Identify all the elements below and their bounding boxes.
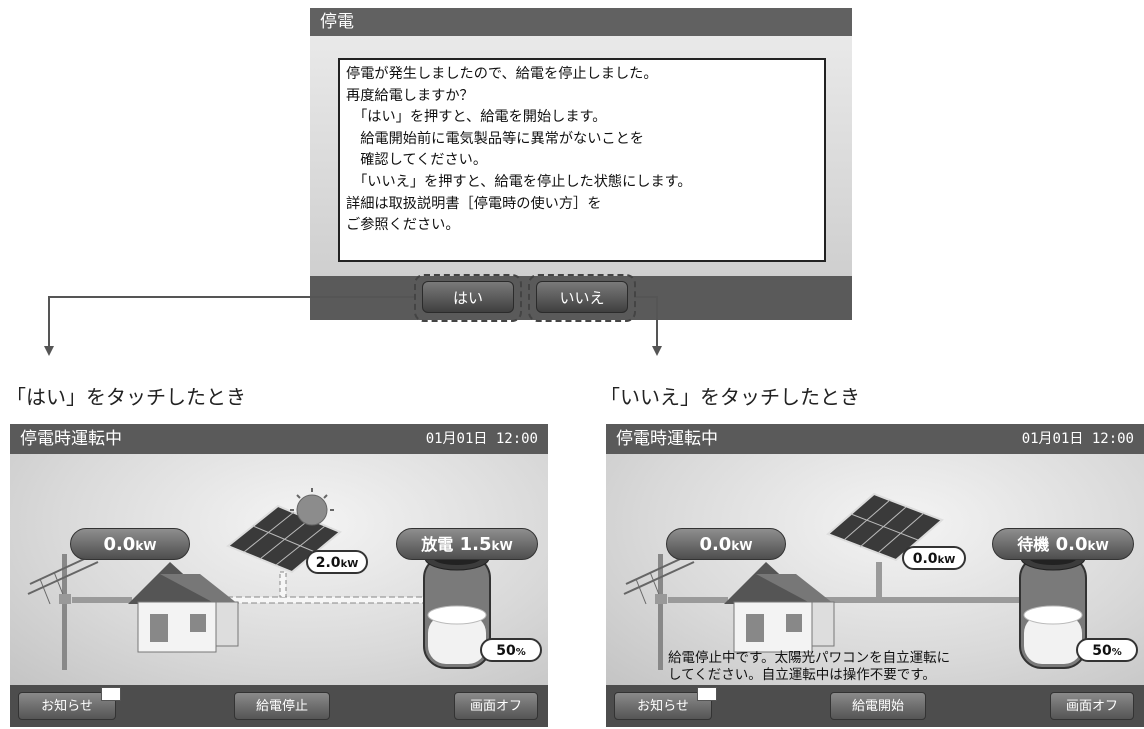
- screen-after-yes: 停電時運転中 01月01日 12:00 0.0kW 2.0kW 放電 1.5kW…: [10, 424, 548, 727]
- notice-button[interactable]: お知らせ: [18, 687, 121, 720]
- house-icon: [128, 562, 239, 653]
- start-power-supply-button[interactable]: 給電開始: [830, 692, 926, 720]
- energy-flow-diagram: [27, 488, 491, 670]
- grid-power-unit: kW: [731, 539, 753, 553]
- battery-status: 待機: [1017, 535, 1050, 554]
- house-icon: [724, 562, 835, 653]
- screen-off-button[interactable]: 画面オフ: [454, 692, 538, 720]
- dialog-body: 停電が発生しましたので、給電を停止しました。 再度給電しますか？ 「はい」を押す…: [310, 36, 852, 276]
- battery-percent-value: 50: [1092, 643, 1112, 659]
- battery-power-unit: kW: [1087, 539, 1109, 553]
- mail-icon: [697, 687, 717, 701]
- battery-power-bubble: 待機 0.0kW: [992, 528, 1134, 560]
- battery-fill-top: [427, 605, 487, 625]
- screen-title: 停電時運転中: [616, 429, 718, 449]
- energy-flow-panel: 0.0kW 0.0kW 待機 0.0kW 50% 給電停止中です。太陽光パワコン…: [606, 454, 1144, 685]
- solar-power-value: 2.0: [315, 555, 341, 571]
- battery-status: 放電: [421, 535, 454, 554]
- grid-power-value: 0.0: [699, 534, 732, 555]
- connector-line-yes-vertical: [48, 296, 50, 348]
- screen-footer: お知らせ 給電停止 画面オフ: [10, 685, 548, 727]
- flow-line-solar: [279, 571, 287, 598]
- screen-off-button[interactable]: 画面オフ: [1050, 692, 1134, 720]
- screen-header: 停電時運転中 01月01日 12:00: [10, 424, 548, 454]
- notice-label: お知らせ: [41, 699, 93, 714]
- screen-datetime: 01月01日 12:00: [425, 431, 538, 447]
- solar-power-pill: 0.0kW: [902, 546, 966, 570]
- flow-line-grid: [668, 597, 728, 603]
- grid-power-bubble: 0.0kW: [70, 528, 190, 560]
- dialog-title: 停電: [310, 8, 852, 36]
- battery-percent-pill: 50%: [480, 638, 542, 662]
- connector-line-no-vertical: [656, 296, 658, 348]
- status-message: 給電停止中です。太陽光パワコンを自立運転に してください。自立運転中は操作不要で…: [668, 650, 951, 683]
- solar-power-unit: kW: [340, 559, 359, 570]
- grid-power-value: 0.0: [103, 534, 136, 555]
- battery-power-unit: kW: [491, 539, 513, 553]
- flow-line-solar: [876, 562, 882, 597]
- arrow-down-icon: [652, 346, 662, 356]
- flow-line-grid: [72, 597, 132, 603]
- battery-level-indicator: [1023, 605, 1083, 664]
- grid-power-unit: kW: [135, 539, 157, 553]
- notice-label: お知らせ: [637, 699, 689, 714]
- dialog-message: 停電が発生しましたので、給電を停止しました。 再度給電しますか？ 「はい」を押す…: [338, 58, 826, 262]
- no-button[interactable]: いいえ: [536, 281, 628, 313]
- screen-datetime: 01月01日 12:00: [1021, 431, 1134, 447]
- battery-percent-unit: %: [1111, 647, 1122, 658]
- solar-power-pill: 2.0kW: [306, 550, 368, 574]
- utility-pole-icon: [27, 553, 99, 670]
- flow-line-battery: [814, 597, 1024, 603]
- solar-power-value: 0.0: [912, 551, 938, 567]
- notice-button[interactable]: お知らせ: [614, 687, 717, 720]
- mail-icon: [101, 687, 121, 701]
- flow-line-battery: [217, 596, 429, 604]
- battery-fill-top: [1023, 605, 1083, 625]
- screen-title: 停電時運転中: [20, 429, 122, 449]
- energy-flow-panel: 0.0kW 2.0kW 放電 1.5kW 50%: [10, 454, 548, 685]
- connector-line-no: [636, 296, 658, 298]
- stop-power-supply-button[interactable]: 給電停止: [234, 692, 330, 720]
- solar-power-unit: kW: [937, 555, 956, 566]
- screen-after-no: 停電時運転中 01月01日 12:00 0.0kW 0.0kW 待機 0.0kW…: [606, 424, 1144, 727]
- battery-power-bubble: 放電 1.5kW: [396, 528, 538, 560]
- caption-no: 「いいえ」をタッチしたとき: [600, 385, 860, 409]
- battery-level-indicator: [427, 605, 487, 664]
- grid-power-bubble: 0.0kW: [666, 528, 786, 560]
- battery-percent-value: 50: [496, 643, 516, 659]
- battery-percent-pill: 50%: [1076, 638, 1138, 662]
- battery-power-value: 1.5: [459, 534, 492, 555]
- arrow-down-icon: [44, 346, 54, 356]
- battery-power-value: 0.0: [1055, 534, 1088, 555]
- screen-footer: お知らせ 給電開始 画面オフ: [606, 685, 1144, 727]
- battery-percent-unit: %: [515, 647, 526, 658]
- power-outage-dialog: 停電 停電が発生しましたので、給電を停止しました。 再度給電しますか？ 「はい」…: [310, 8, 852, 322]
- yes-button[interactable]: はい: [422, 281, 514, 313]
- connector-line-yes: [48, 296, 414, 298]
- screen-header: 停電時運転中 01月01日 12:00: [606, 424, 1144, 454]
- caption-yes: 「はい」をタッチしたとき: [6, 385, 246, 409]
